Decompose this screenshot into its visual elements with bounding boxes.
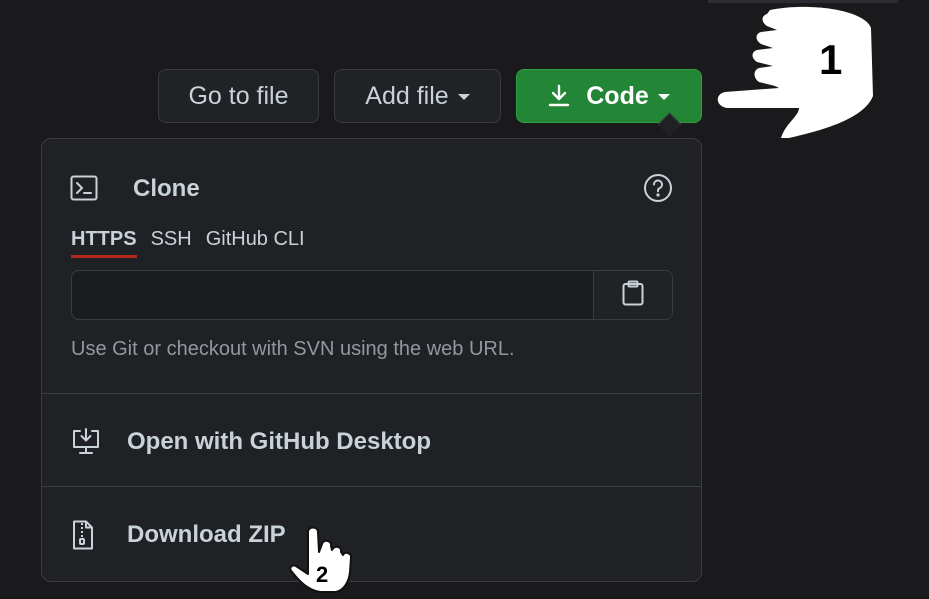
step-2-label: 2 [316,562,328,587]
chevron-down-icon [457,94,470,100]
tab-github-cli[interactable]: GitHub CLI [206,228,305,258]
code-button[interactable]: Code [516,69,702,123]
add-file-label: Add file [365,81,449,110]
clone-title: Clone [133,175,200,202]
clipboard-icon [622,280,644,311]
code-label: Code [586,81,649,110]
tab-ssh[interactable]: SSH [151,228,192,258]
file-zip-icon [71,520,95,550]
pointing-hand-icon: 1 [715,4,875,149]
clone-url-box [71,270,673,320]
terminal-icon [70,175,98,206]
go-to-file-label: Go to file [188,81,289,110]
chevron-down-icon [657,94,670,100]
clone-help-text: Use Git or checkout with SVN using the w… [71,338,515,360]
clone-url-input[interactable] [72,271,593,319]
menu-divider [42,486,701,487]
menu-divider [42,393,701,394]
download-icon [548,84,570,108]
clone-header: Clone [70,173,673,205]
copy-url-button[interactable] [593,271,672,319]
top-divider [708,0,898,3]
download-zip-label: Download ZIP [127,521,286,548]
desktop-download-icon [71,428,101,456]
open-with-github-desktop-item[interactable]: Open with GitHub Desktop [42,397,701,487]
clone-tabs: HTTPS SSH GitHub CLI [71,228,305,258]
code-dropdown-panel: Clone HTTPS SSH GitHub CLI Use Git or ch… [41,138,702,582]
step-1-label: 1 [819,36,842,83]
open-with-github-desktop-label: Open with GitHub Desktop [127,428,431,455]
tab-https[interactable]: HTTPS [71,228,137,258]
download-zip-item[interactable]: Download ZIP [42,490,701,580]
pointing-hand-icon: 2 [286,524,358,599]
add-file-button[interactable]: Add file [334,69,501,123]
go-to-file-button[interactable]: Go to file [158,69,319,123]
help-icon[interactable] [643,173,673,208]
